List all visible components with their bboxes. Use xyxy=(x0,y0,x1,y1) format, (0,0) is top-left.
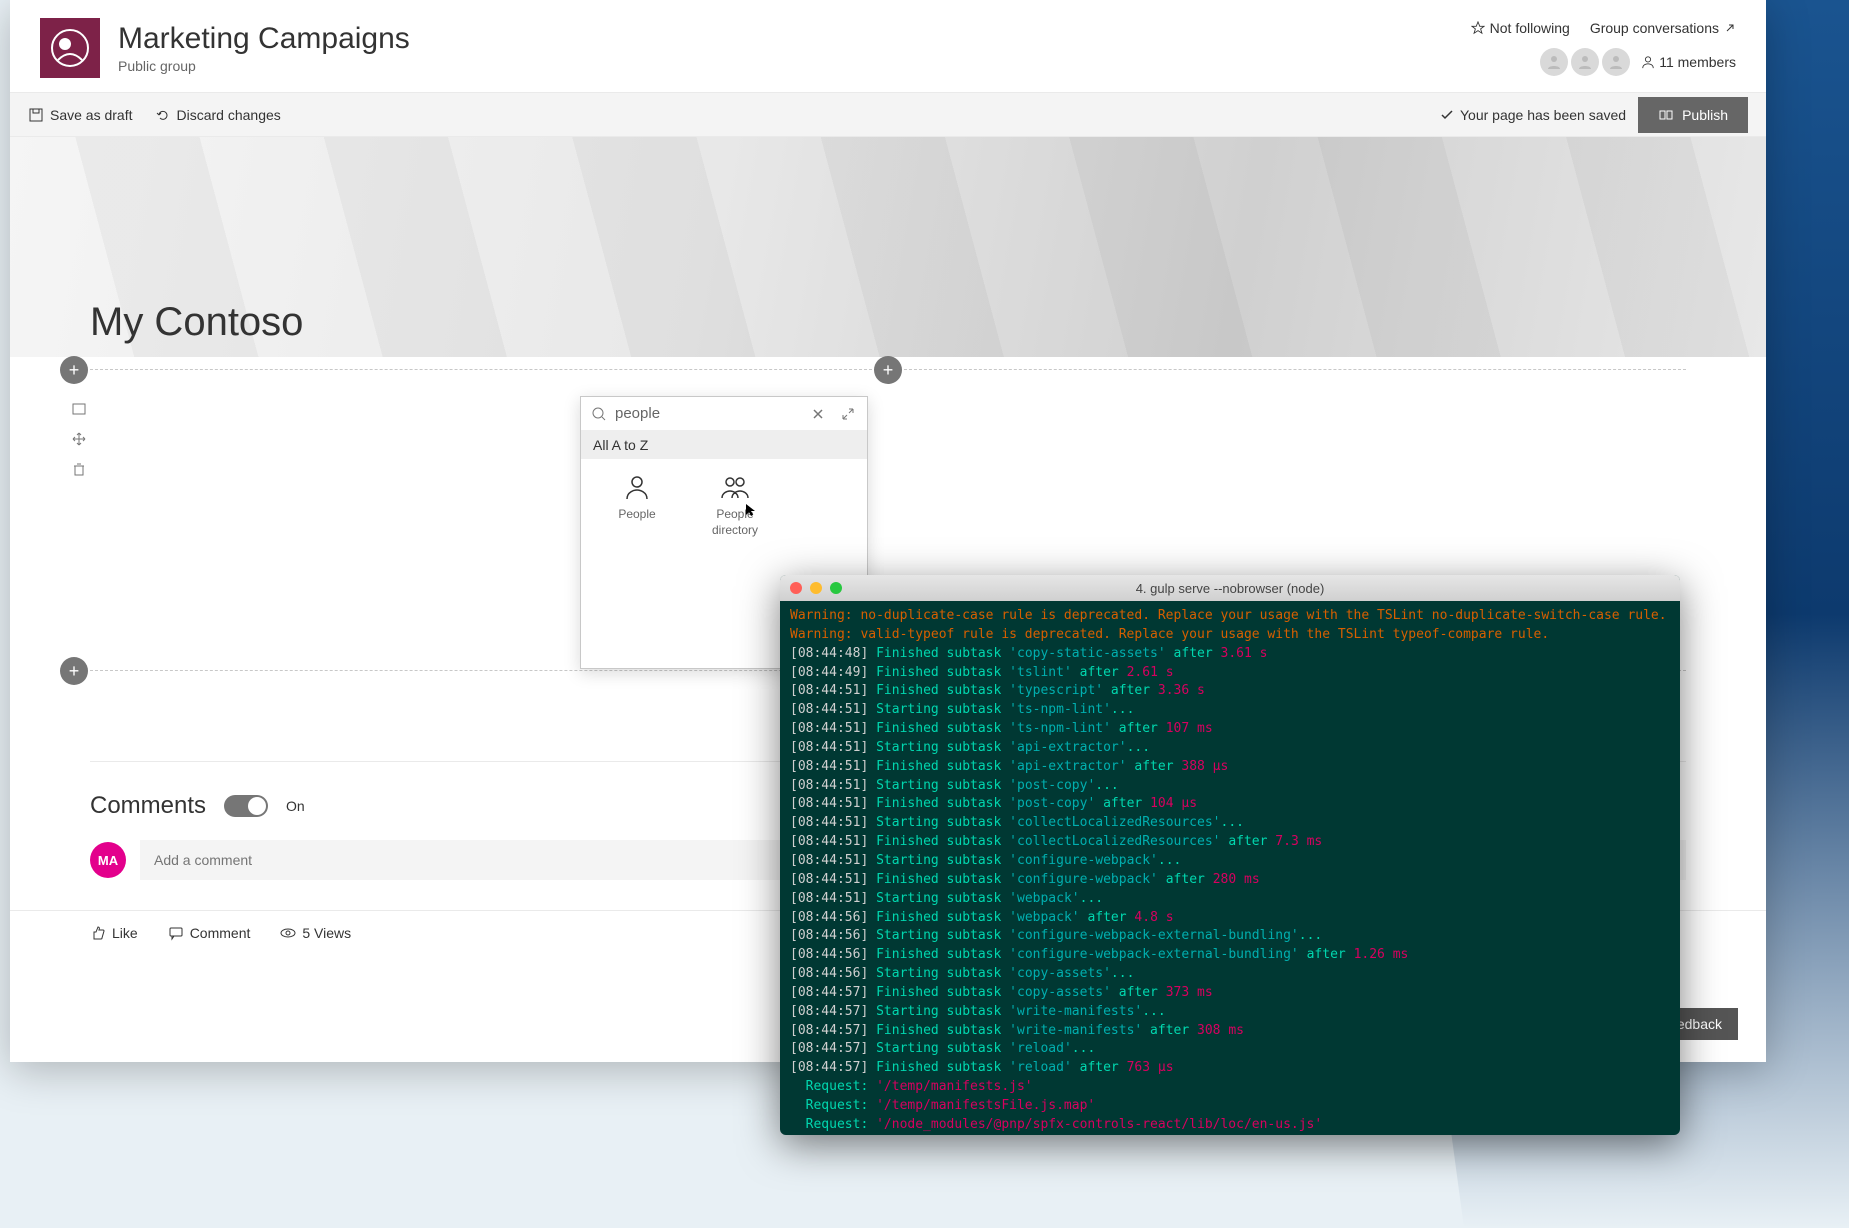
site-title[interactable]: Marketing Campaigns xyxy=(118,22,410,56)
save-icon xyxy=(28,107,44,123)
toolbox-expand-button[interactable] xyxy=(841,407,855,421)
user-avatar: MA xyxy=(90,842,126,878)
person-icon xyxy=(623,473,651,501)
command-bar: Save as draft Discard changes Your page … xyxy=(10,93,1766,137)
toolbox-close-button[interactable] xyxy=(811,407,825,421)
comments-toggle[interactable] xyxy=(224,795,268,817)
views-count: 5 Views xyxy=(280,925,351,941)
save-draft-button[interactable]: Save as draft xyxy=(28,107,133,123)
add-section-button[interactable]: + xyxy=(60,657,88,685)
member-avatar xyxy=(1540,48,1568,76)
saved-status: Your page has been saved xyxy=(1440,107,1626,123)
checkmark-icon xyxy=(1440,108,1454,122)
terminal-window[interactable]: 4. gulp serve --nobrowser (node) Warning… xyxy=(780,575,1680,1135)
member-avatar xyxy=(1571,48,1599,76)
member-avatar xyxy=(1602,48,1630,76)
site-subtitle: Public group xyxy=(118,58,410,74)
site-logo[interactable] xyxy=(40,18,100,78)
comments-toggle-label: On xyxy=(286,798,305,814)
members-count[interactable]: 11 members xyxy=(1641,54,1736,70)
terminal-title: 4. gulp serve --nobrowser (node) xyxy=(780,581,1680,596)
hero-banner: My Contoso xyxy=(10,137,1766,357)
people-group-icon xyxy=(720,473,750,501)
discard-button[interactable]: Discard changes xyxy=(155,107,281,123)
toolbox-item-people[interactable]: People xyxy=(603,473,671,538)
cursor-icon xyxy=(745,503,755,517)
comments-title: Comments xyxy=(90,792,206,820)
toolbox-search-row xyxy=(581,397,867,431)
publish-icon xyxy=(1658,107,1674,123)
terminal-output[interactable]: Warning: no-duplicate-case rule is depre… xyxy=(780,601,1680,1135)
comment-button[interactable]: Comment xyxy=(168,925,251,941)
search-icon xyxy=(591,406,607,422)
site-header: Marketing Campaigns Public group Not fol… xyxy=(10,0,1766,93)
group-conversations-link[interactable]: Group conversations xyxy=(1590,20,1736,36)
eye-icon xyxy=(280,925,296,941)
like-button[interactable]: Like xyxy=(90,925,138,941)
page-title[interactable]: My Contoso xyxy=(90,300,303,345)
person-icon xyxy=(1641,55,1655,69)
comment-icon xyxy=(168,925,184,941)
star-icon xyxy=(1471,21,1485,35)
toolbox-item-people-directory[interactable]: People directory xyxy=(701,473,769,538)
publish-button[interactable]: Publish xyxy=(1638,97,1748,133)
toolbox-category-header: All A to Z xyxy=(581,431,867,459)
undo-icon xyxy=(155,107,171,123)
not-following-link[interactable]: Not following xyxy=(1471,20,1570,36)
external-link-icon xyxy=(1724,22,1736,34)
thumbs-up-icon xyxy=(90,925,106,941)
terminal-titlebar[interactable]: 4. gulp serve --nobrowser (node) xyxy=(780,575,1680,601)
members-row[interactable]: 11 members xyxy=(1540,48,1736,76)
